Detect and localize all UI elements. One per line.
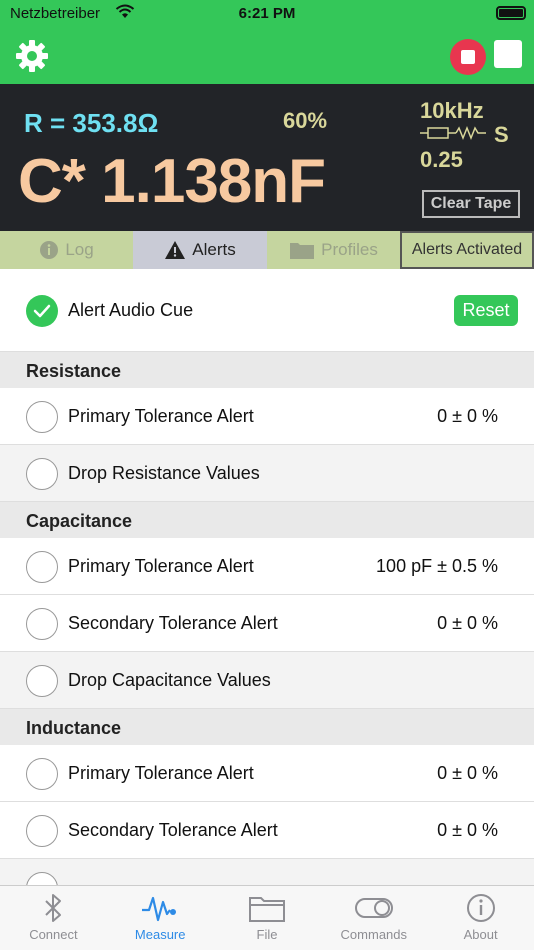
tab-log-label: Log <box>65 240 94 259</box>
clear-tape-button[interactable]: Clear Tape <box>422 190 520 218</box>
item-label: Drop Resistance Values <box>68 463 260 483</box>
bluetooth-icon <box>45 894 62 922</box>
frequency-readout: 10kHz <box>420 98 484 123</box>
tab-alerts[interactable]: Alerts <box>133 231 267 269</box>
reset-button[interactable]: Reset <box>454 295 518 326</box>
info-icon <box>39 240 59 260</box>
status-bar: Netzbetreiber 6:21 PM <box>0 0 534 30</box>
item-label: Secondary Tolerance Alert <box>68 820 278 840</box>
dissipation-readout: 0.25 <box>420 147 463 172</box>
clock: 6:21 PM <box>238 5 296 22</box>
stop-button[interactable] <box>494 40 522 68</box>
item-value: 0 ± 0 % <box>437 763 498 783</box>
item-label: Primary Tolerance Alert <box>68 556 254 576</box>
tab-profiles-label: Profiles <box>321 240 378 259</box>
list-item[interactable]: Secondary Tolerance Alert 0 ± 0 % <box>0 595 534 652</box>
list-item[interactable]: Primary Tolerance Alert 0 ± 0 % <box>0 388 534 445</box>
waveform-icon <box>142 896 177 922</box>
alert-audio-label: Alert Audio Cue <box>68 300 194 320</box>
radio-circle[interactable] <box>26 401 58 433</box>
battery-icon <box>496 6 526 20</box>
folder-icon <box>289 240 315 260</box>
section-header-inductance: Inductance <box>0 709 534 745</box>
radio-circle[interactable] <box>26 608 58 640</box>
folder-icon <box>248 897 285 922</box>
item-label: Primary Tolerance Alert <box>68 406 254 426</box>
item-value: 0 ± 0 % <box>437 406 498 426</box>
capacitance-readout: C* 1.138nF <box>18 147 326 216</box>
tab-log[interactable]: Log <box>0 231 133 269</box>
gear-icon[interactable] <box>14 38 50 74</box>
tabbar-commands[interactable]: Commands <box>320 886 427 950</box>
segment-tabs: Log Alerts Profiles Alerts Activated <box>0 231 534 269</box>
radio-circle[interactable] <box>26 458 58 490</box>
tabbar-commands-label: Commands <box>340 927 408 942</box>
radio-circle[interactable] <box>26 758 58 790</box>
record-button[interactable] <box>450 39 486 75</box>
list-item[interactable]: Drop Resistance Values <box>0 445 534 502</box>
item-value: 0 ± 0 % <box>437 613 498 633</box>
tabbar-connect-label: Connect <box>29 927 78 942</box>
alerts-list: Alert Audio Cue Reset Resistance Primary… <box>0 269 534 916</box>
section-header-resistance: Resistance <box>0 352 534 388</box>
checkmark-icon[interactable] <box>26 295 58 327</box>
list-item[interactable]: Primary Tolerance Alert 100 pF ± 0.5 % <box>0 538 534 595</box>
section-header-capacitance: Capacitance <box>0 502 534 538</box>
info-icon <box>466 894 495 922</box>
tab-bar: Connect Measure File Commands About <box>0 885 534 950</box>
radio-circle[interactable] <box>26 551 58 583</box>
tabbar-file[interactable]: File <box>214 886 321 950</box>
alerts-activated-toggle[interactable]: Alerts Activated <box>400 231 534 269</box>
tabbar-file-label: File <box>256 927 278 942</box>
tabbar-about-label: About <box>463 927 498 942</box>
resistance-readout: R = 353.8Ω <box>24 108 159 138</box>
alert-audio-row: Alert Audio Cue Reset <box>0 269 534 352</box>
item-label: Primary Tolerance Alert <box>68 763 254 783</box>
record-icon <box>461 50 475 64</box>
measurement-display: R = 353.8Ω 60% C* 1.138nF 10kHz S 0.25 C… <box>0 84 534 231</box>
tab-alerts-label: Alerts <box>192 240 236 259</box>
list-item[interactable]: Secondary Tolerance Alert 0 ± 0 % <box>0 802 534 859</box>
item-value: 100 pF ± 0.5 % <box>376 556 498 576</box>
series-circuit-icon <box>420 125 486 141</box>
item-label: Drop Capacitance Values <box>68 670 271 690</box>
list-item[interactable]: Primary Tolerance Alert 0 ± 0 % <box>0 745 534 802</box>
radio-circle[interactable] <box>26 665 58 697</box>
tabbar-about[interactable]: About <box>427 886 534 950</box>
warning-icon <box>164 240 186 260</box>
nav-bar <box>0 30 534 84</box>
tabbar-measure-label: Measure <box>134 927 186 942</box>
tabbar-measure[interactable]: Measure <box>107 886 214 950</box>
list-item[interactable]: Drop Capacitance Values <box>0 652 534 709</box>
mode-readout: S <box>494 122 509 147</box>
percent-readout: 60% <box>283 108 328 133</box>
item-label: Secondary Tolerance Alert <box>68 613 278 633</box>
item-value: 0 ± 0 % <box>437 820 498 840</box>
toggle-icon <box>354 898 393 918</box>
tabbar-connect[interactable]: Connect <box>0 886 107 950</box>
tab-profiles[interactable]: Profiles <box>267 231 400 269</box>
radio-circle[interactable] <box>26 815 58 847</box>
